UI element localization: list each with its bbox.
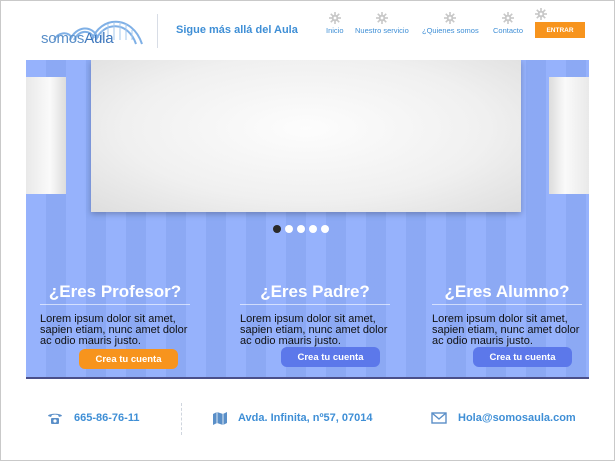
footer-divider [181,403,182,435]
create-account-button-profesor[interactable]: Crea tu cuenta [79,349,178,369]
slider-dot[interactable] [321,225,329,233]
hero-divider [26,377,589,379]
mail-icon [431,412,447,424]
header-divider [157,14,158,48]
login-button[interactable]: ENTRAR [535,22,585,38]
slide-next-preview[interactable] [549,77,589,194]
gear-icon [502,12,515,24]
slider-dot[interactable] [273,225,281,233]
nav-nuestro-servicio[interactable]: Nuestro servicio [355,12,409,35]
tagline: Sigue más allá del Aula [176,24,298,36]
nav-label: Nuestro servicio [355,26,409,35]
slider-dot[interactable] [297,225,305,233]
audience-profesor: ¿Eres Profesor? Lorem ipsum dolor sit am… [40,282,190,347]
nav-label: Inicio [326,26,344,35]
footer-phone[interactable]: 665-86-76-11 [74,412,139,424]
create-account-button-padre[interactable]: Crea tu cuenta [281,347,380,367]
gear-icon [444,12,457,24]
create-account-button-alumno[interactable]: Crea tu cuenta [473,347,572,367]
nav-label: ¿Quienes somos [422,26,479,35]
audience-text: Lorem ipsum dolor sit amet, sapien etiam… [240,313,388,347]
nav-quienes-somos[interactable]: ¿Quienes somos [422,12,479,35]
map-icon [213,412,227,425]
slider-dot[interactable] [285,225,293,233]
slider-dots [273,225,329,233]
footer-address: Avda. Infinita, nº57, 07014 [238,412,373,424]
nav-inicio[interactable]: Inicio [326,12,344,35]
nav-contacto[interactable]: Contacto [493,12,523,35]
slide-current [91,60,521,212]
gear-icon [535,8,547,20]
gear-icon [375,12,388,24]
slide-prev-preview[interactable] [26,77,66,194]
audience-text: Lorem ipsum dolor sit amet, sapien etiam… [40,313,188,347]
audience-title: ¿Eres Padre? [240,282,390,305]
audience-title: ¿Eres Alumno? [432,282,582,305]
audience-alumno: ¿Eres Alumno? Lorem ipsum dolor sit amet… [432,282,582,347]
nav-label: Contacto [493,26,524,35]
logo-text: somosAula [41,30,114,47]
audience-padre: ¿Eres Padre? Lorem ipsum dolor sit amet,… [240,282,390,347]
audience-title: ¿Eres Profesor? [40,282,190,305]
slider-dot[interactable] [309,225,317,233]
audience-text: Lorem ipsum dolor sit amet, sapien etiam… [432,313,580,347]
footer-email[interactable]: Hola@somosaula.com [458,412,576,424]
phone-icon [48,413,62,424]
gear-icon [328,12,341,24]
hero-section: ¿Eres Profesor? Lorem ipsum dolor sit am… [26,60,589,378]
